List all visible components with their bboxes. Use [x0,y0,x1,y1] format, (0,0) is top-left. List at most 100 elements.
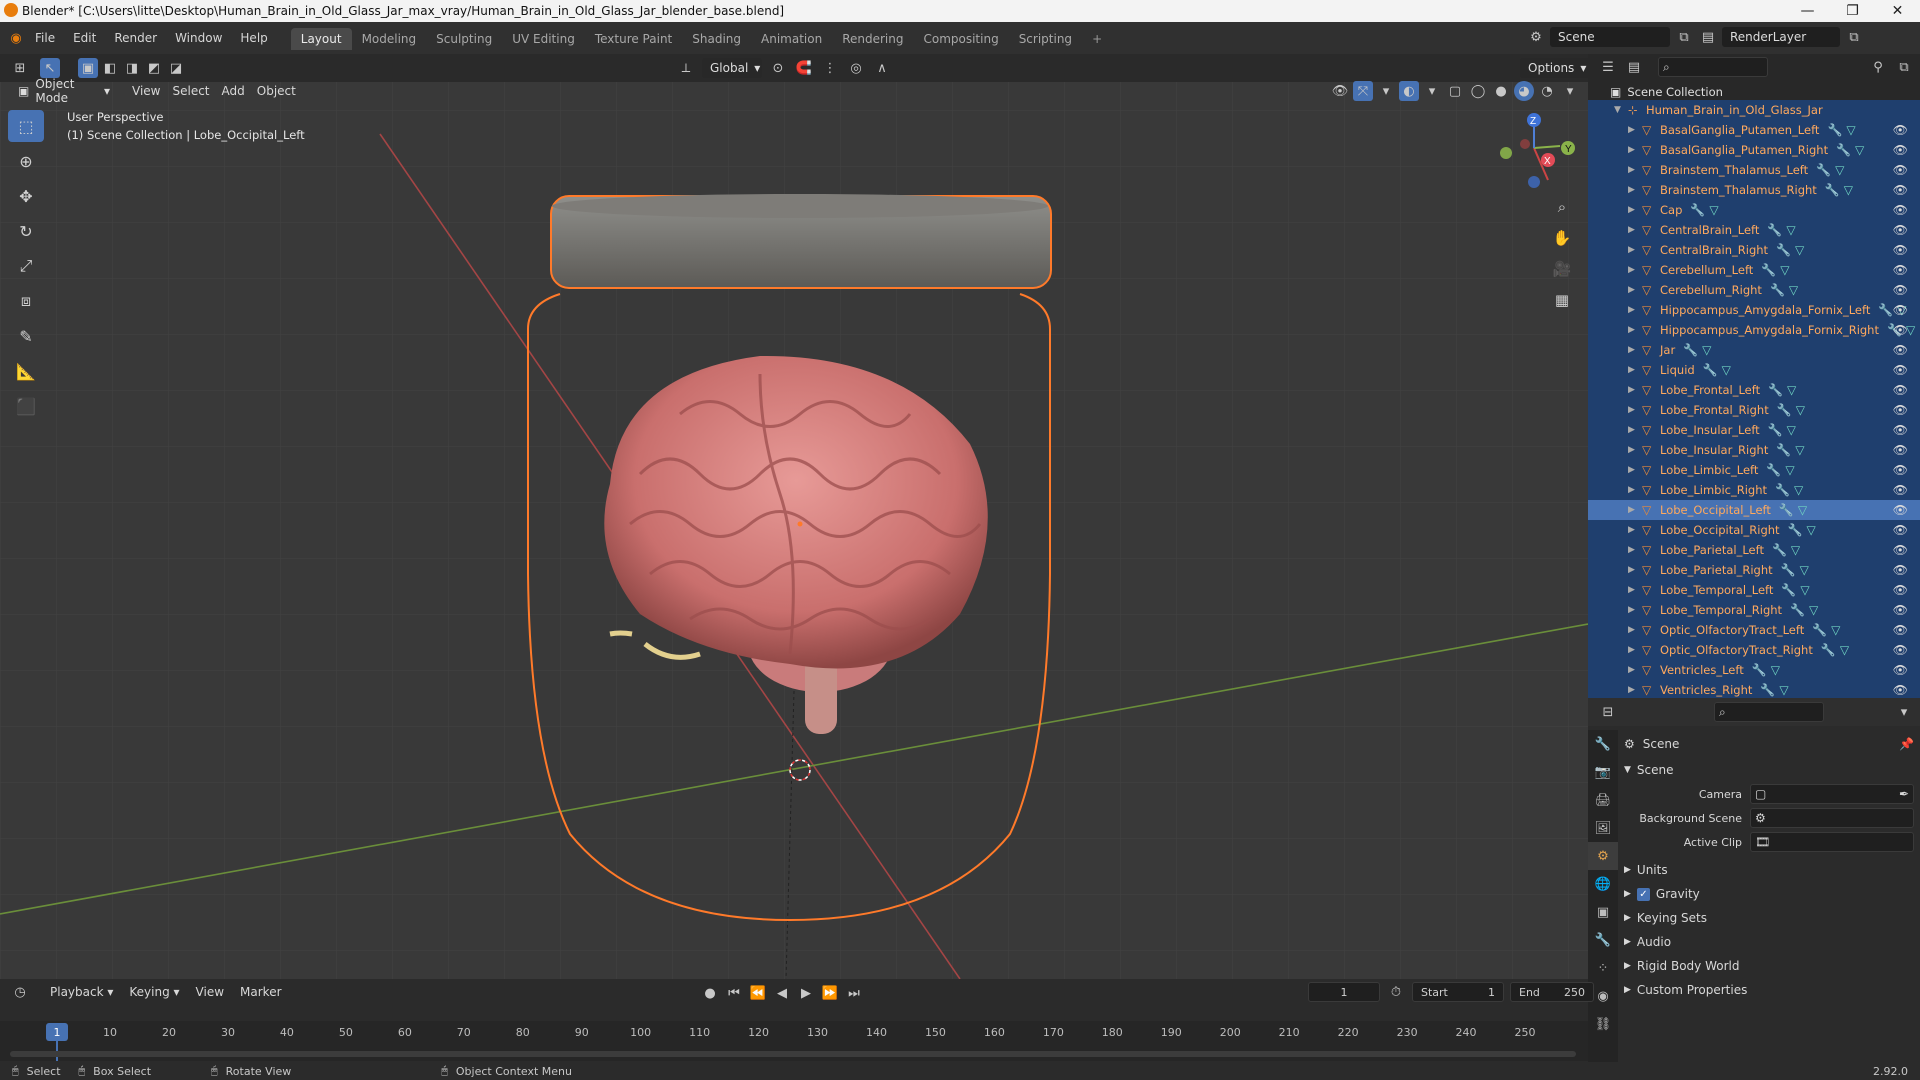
add-cube-tool-icon[interactable]: ⬛ [8,390,44,422]
eye-icon[interactable]: 👁 [1893,263,1908,277]
property-section-header[interactable]: ▶ Custom Properties [1624,978,1914,1002]
expand-icon[interactable]: ▶ [1628,145,1642,155]
outliner-item[interactable]: ▶ ▽ Lobe_Parietal_Left 🔧 ▽ 👁 [1588,540,1920,560]
eye-icon[interactable]: 👁 [1893,543,1908,557]
eye-icon[interactable]: 👁 [1893,363,1908,377]
expand-icon[interactable]: ▶ [1628,565,1642,575]
eye-icon[interactable]: 👁 [1893,243,1908,257]
solid-shading-icon[interactable]: ● [1491,81,1511,101]
eye-icon[interactable]: 👁 [1893,643,1908,657]
mesh-data-icon[interactable]: ▽ [1795,243,1804,257]
mesh-data-icon[interactable]: ▽ [1779,683,1788,697]
transform-orientation-dropdown[interactable]: Global ▾ [702,58,762,78]
jump-start-icon[interactable]: ⏮ [724,983,744,1003]
outliner-item[interactable]: ▶ ▽ Hippocampus_Amygdala_Fornix_Right 🔧 ▽ 👁 [1588,320,1920,340]
modifier-icon[interactable]: 🔧 [1772,543,1787,557]
modifier-icon[interactable]: 🔧 [1766,463,1781,477]
blender-menu-icon[interactable]: ◉ [6,28,26,48]
outliner-item[interactable]: ▶ ▽ Liquid 🔧 ▽ 👁 [1588,360,1920,380]
current-frame-field[interactable]: 1 [1308,982,1380,1002]
mesh-data-icon[interactable]: ▽ [1831,623,1840,637]
modifier-icon[interactable]: 🔧 [1690,203,1705,217]
select-subtract-icon[interactable]: ◨ [122,58,142,78]
properties-search-input[interactable]: ⌕ [1714,702,1824,722]
mesh-data-icon[interactable]: ▽ [1807,523,1816,537]
mesh-data-icon[interactable]: ▽ [1780,263,1789,277]
expand-icon[interactable]: ▶ [1628,245,1642,255]
minimize-icon[interactable]: — [1785,3,1830,19]
gravity-checkbox[interactable]: ✓ [1636,887,1650,901]
modifier-icon[interactable]: 🔧 [1825,183,1840,197]
eye-icon[interactable]: 👁 [1893,623,1908,637]
property-section-header[interactable]: ▶ Keying Sets [1624,906,1914,930]
overlays-dropdown-icon[interactable]: ▾ [1422,81,1442,101]
expand-icon[interactable]: ▶ [1628,365,1642,375]
material-preview-icon[interactable]: ◕ [1514,81,1534,101]
property-section-header[interactable]: ▶ Units [1624,858,1914,882]
eye-icon[interactable]: 👁 [1893,563,1908,577]
outliner-item[interactable]: ▶ ▽ Ventricles_Left 🔧 ▽ 👁 [1588,660,1920,680]
modifier-icon[interactable]: 🔧 [1788,523,1803,537]
new-renderlayer-icon[interactable]: ⧉ [1844,27,1864,47]
filter-icon[interactable]: ⚲ [1868,57,1888,77]
view-layer-tab-icon[interactable]: 🖼 [1588,814,1618,842]
outliner-search-input[interactable]: ⌕ [1658,57,1768,77]
expand-icon[interactable]: ▶ [1628,385,1642,395]
mesh-data-icon[interactable]: ▽ [1709,203,1718,217]
timeline-editor-icon[interactable]: ◷ [10,982,30,1002]
scene-panel-header[interactable]: ▼ Scene [1624,758,1914,782]
mesh-data-icon[interactable]: ▽ [1786,223,1795,237]
select-invert-icon[interactable]: ◩ [144,58,164,78]
eye-icon[interactable]: 👁 [1893,383,1908,397]
background-scene-field[interactable]: ⚙ [1750,808,1914,828]
modifier-icon[interactable]: 🔧 [1827,123,1842,137]
eye-icon[interactable]: 👁 [1893,283,1908,297]
menu-timeline-view[interactable]: View [190,982,230,1002]
measure-tool-icon[interactable]: 📐 [8,355,44,387]
scene-selector[interactable]: Scene [1550,27,1670,47]
mesh-data-icon[interactable]: ▽ [1787,383,1796,397]
editor-type-icon[interactable]: ⊞ [10,58,30,78]
eye-icon[interactable]: 👁 [1893,523,1908,537]
expand-icon[interactable]: ▶ [1628,305,1642,315]
timeline-track[interactable]: 1 10 20 30 40 50 60 70 80 90 100 110 120 130 140 150 160… [0,1021,1588,1061]
outliner-item[interactable]: ▶ ▽ Lobe_Temporal_Left 🔧 ▽ 👁 [1588,580,1920,600]
eyedropper-icon[interactable]: ✒ [1899,787,1909,801]
outliner-item[interactable]: ▶ ▽ CentralBrain_Right 🔧 ▽ 👁 [1588,240,1920,260]
record-icon[interactable]: ● [700,983,720,1003]
start-frame-field[interactable]: Start 1 [1412,982,1504,1002]
property-section-header[interactable]: ▶ ✓ Gravity [1624,882,1914,906]
menu-view[interactable]: View [126,81,166,101]
wireframe-shading-icon[interactable]: ◯ [1468,81,1488,101]
select-intersect-icon[interactable]: ◪ [166,58,186,78]
mesh-data-icon[interactable]: ▽ [1809,603,1818,617]
add-workspace-icon[interactable]: + [1082,28,1112,50]
expand-icon[interactable]: ▶ [1628,205,1642,215]
mesh-data-icon[interactable]: ▽ [1800,563,1809,577]
new-scene-icon[interactable]: ⧉ [1674,27,1694,47]
modifier-icon[interactable]: 🔧 [1836,143,1851,157]
eye-icon[interactable]: 👁 [1893,443,1908,457]
menu-marker[interactable]: Marker [234,982,287,1002]
outliner-item[interactable]: ▶ ▽ Cap 🔧 ▽ 👁 [1588,200,1920,220]
expand-icon[interactable]: ▶ [1628,225,1642,235]
outliner-item[interactable]: ▶ ▽ Lobe_Limbic_Right 🔧 ▽ 👁 [1588,480,1920,500]
menu-help[interactable]: Help [231,31,276,45]
eye-icon[interactable]: 👁 [1893,403,1908,417]
outliner-item[interactable]: ▶ ▽ BasalGanglia_Putamen_Right 🔧 ▽ 👁 [1588,140,1920,160]
pin-icon[interactable]: 📌 [1899,737,1914,751]
stopwatch-icon[interactable]: ⏱ [1386,982,1406,1002]
olfactory-tract-mesh[interactable] [609,630,633,637]
modifier-icon[interactable]: 🔧 [1781,563,1796,577]
outliner-parent-row[interactable]: ▼ ⊹ Human_Brain_in_Old_Glass_Jar [1588,100,1920,120]
expand-icon[interactable]: ▶ [1628,625,1642,635]
select-extend-icon[interactable]: ◧ [100,58,120,78]
scene-icon[interactable]: ⚙ [1526,27,1546,47]
modifier-icon[interactable]: 🔧 [1760,683,1775,697]
menu-select[interactable]: Select [166,81,215,101]
camera-field[interactable]: ▢ ✒ [1750,784,1914,804]
tab-scripting[interactable]: Scripting [1009,28,1082,50]
modifier-icon[interactable]: 🔧 [1767,223,1782,237]
eye-icon[interactable]: 👁 [1893,663,1908,677]
expand-icon[interactable]: ▶ [1628,165,1642,175]
